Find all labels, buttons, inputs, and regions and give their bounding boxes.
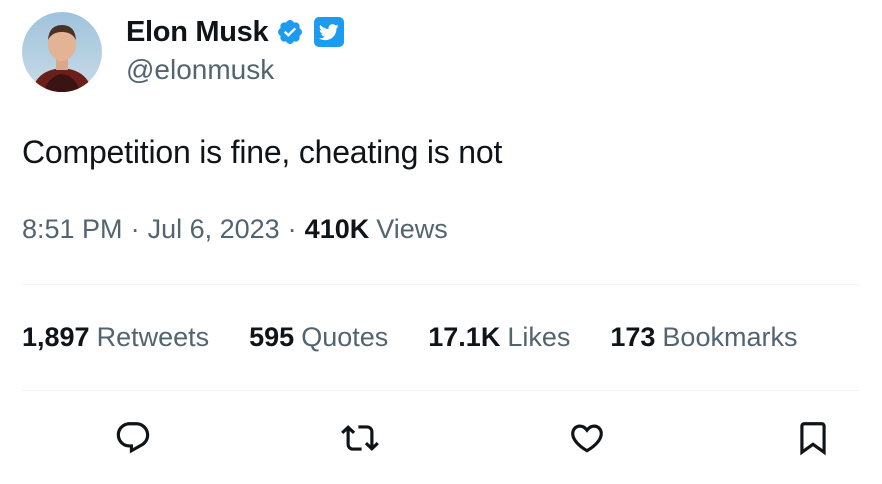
stat-bookmarks[interactable]: 173 Bookmarks	[610, 322, 797, 353]
author-display-name[interactable]: Elon Musk	[126, 16, 269, 49]
stat-count: 1,897	[22, 322, 90, 352]
divider	[22, 284, 860, 285]
views-count: 410K	[304, 214, 370, 244]
verified-badge-icon[interactable]	[276, 18, 304, 46]
tweet-date[interactable]: Jul 6, 2023	[148, 214, 280, 245]
stat-label: Retweets	[96, 322, 210, 352]
like-button[interactable]	[565, 418, 609, 462]
like-icon	[568, 419, 606, 462]
action-bar	[0, 418, 882, 462]
avatar[interactable]	[22, 12, 102, 92]
stat-label: Bookmarks	[662, 322, 798, 352]
stat-label: Quotes	[301, 322, 389, 352]
stat-retweets[interactable]: 1,897 Retweets	[22, 322, 209, 353]
stat-count: 17.1K	[428, 322, 501, 352]
author-name-row: Elon Musk	[126, 12, 345, 52]
reply-button[interactable]	[111, 418, 155, 462]
stat-count: 173	[610, 322, 656, 352]
tweet-text: Competition is fine, cheating is not	[22, 134, 503, 170]
meta-separator: ·	[130, 214, 140, 244]
divider	[22, 390, 860, 391]
retweet-icon	[341, 419, 379, 462]
tweet-meta: 8:51 PM · Jul 6, 2023 · 410K Views	[22, 214, 448, 245]
retweet-button[interactable]	[338, 418, 382, 462]
twitter-bird-icon	[314, 17, 345, 47]
stat-label: Likes	[507, 322, 571, 352]
bookmark-icon	[794, 419, 832, 462]
tweet-time[interactable]: 8:51 PM	[22, 214, 123, 245]
engagement-stats: 1,897 Retweets 595 Quotes 17.1K Likes 17…	[22, 322, 837, 353]
author-handle[interactable]: @elonmusk	[126, 54, 274, 86]
bookmark-button[interactable]	[791, 418, 835, 462]
tweet-card: Elon Musk @elonmusk Competition is fine,…	[0, 0, 882, 484]
stat-likes[interactable]: 17.1K Likes	[428, 322, 570, 353]
reply-icon	[114, 419, 152, 462]
stat-quotes[interactable]: 595 Quotes	[249, 322, 388, 353]
views-label: Views	[376, 214, 448, 244]
stat-count: 595	[249, 322, 295, 352]
meta-separator: ·	[287, 214, 297, 244]
